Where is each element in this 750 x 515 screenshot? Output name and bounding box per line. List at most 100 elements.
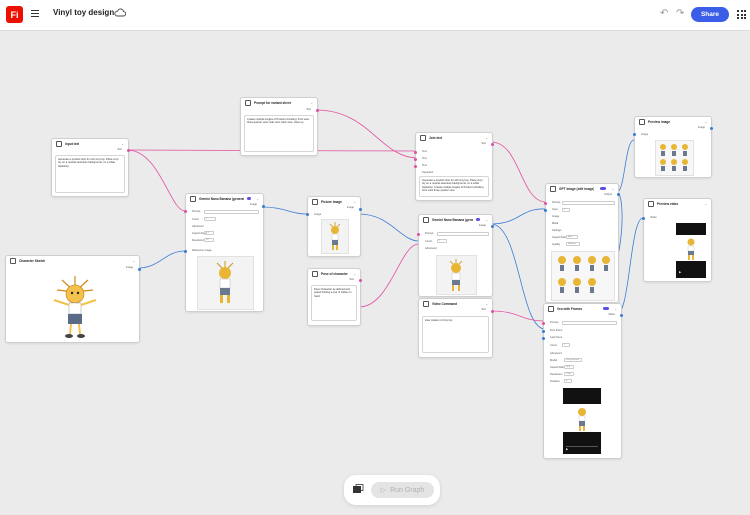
advanced-label[interactable]: Advanced [425, 247, 437, 250]
output-port[interactable] [359, 208, 362, 211]
node-input-text[interactable]: Input text ⌄ Text Generate a product shot… [51, 138, 130, 197]
output-port[interactable] [620, 314, 623, 317]
count-field[interactable]: 1 [562, 343, 570, 347]
node-title: Preview video [657, 201, 679, 206]
output-port[interactable] [316, 109, 319, 112]
output-label: Image [478, 224, 486, 227]
run-graph-button[interactable]: ▷ Run Graph [371, 482, 434, 498]
output-label: Video [608, 313, 615, 316]
aspect-select[interactable]: 16:9 [564, 365, 574, 369]
input-port[interactable] [642, 217, 645, 220]
image-preview [655, 140, 694, 176]
input-port[interactable] [414, 151, 417, 154]
batch-icon[interactable] [352, 484, 364, 494]
param-label: Model [550, 359, 558, 362]
input-port[interactable] [184, 250, 187, 253]
input-port[interactable] [542, 330, 545, 333]
output-port[interactable] [491, 225, 494, 228]
enable-toggle[interactable] [600, 187, 607, 190]
input-label: Text [422, 150, 427, 153]
input-port[interactable] [417, 233, 420, 236]
settings-label[interactable]: Settings [552, 229, 561, 232]
output-port[interactable] [127, 149, 130, 152]
param-label: Count [192, 218, 199, 221]
input-port[interactable] [542, 337, 545, 340]
resolution-select[interactable]: 720p [564, 372, 574, 376]
node-video-command[interactable]: Video Command ⌄ Text slow rotation of vin… [418, 298, 494, 358]
input-port[interactable] [544, 209, 547, 212]
chevron-down-icon[interactable]: ⌄ [121, 142, 124, 146]
aspect-select[interactable]: Auto [566, 235, 578, 239]
input-field[interactable]: 1 [562, 208, 570, 212]
video-node-icon [548, 305, 554, 312]
input-port[interactable] [414, 158, 417, 161]
output-port[interactable] [710, 127, 713, 130]
play-icon[interactable]: ▶ [566, 447, 568, 451]
node-preview-video[interactable]: Preview video ⌄ Video ▶ [642, 198, 712, 282]
prompt-field[interactable] [562, 201, 615, 205]
output-port[interactable] [262, 205, 265, 208]
input-port[interactable] [414, 165, 417, 168]
param-label: Resolution [192, 239, 205, 242]
prompt-field[interactable] [562, 321, 617, 325]
input-port[interactable] [544, 202, 547, 205]
prompt-field[interactable] [437, 232, 489, 236]
node-character-sketch[interactable]: Character Sketch ⌄ Image [5, 255, 141, 343]
input-port[interactable] [306, 213, 309, 216]
node-pose-of-character[interactable]: Pose of character ⌄ Text Pose Character a… [307, 268, 362, 326]
text-area[interactable]: Generate a product shot for soft vinyl t… [419, 176, 489, 197]
param-label: Aspect Ratio [552, 236, 567, 239]
advanced-label[interactable]: Advanced [192, 225, 204, 228]
text-area[interactable]: slow rotation of vinyl toy [422, 316, 489, 353]
node-preview-image[interactable]: Preview image ⌄ Image Image [633, 116, 713, 178]
node-gemini-generate-2[interactable]: Gemini Nano Banana (generate image) ⌄ Ima… [417, 214, 494, 297]
text-area[interactable]: Pose Character as defined and posed hold… [311, 285, 357, 321]
node-veo-with-frames[interactable]: Veo with Frames ⌄ Video Prompt First fram… [542, 303, 623, 459]
chevron-down-icon[interactable]: ⌄ [485, 302, 488, 306]
duration-select[interactable]: 8 [564, 379, 572, 383]
output-port[interactable] [617, 193, 620, 196]
node-gemini-generate-1[interactable]: Gemini Nano Banana (generate image) ⌄ Ima… [184, 193, 265, 312]
prompt-field[interactable] [204, 210, 259, 214]
node-title: Gemini Nano Banana (generate image) [199, 196, 244, 201]
play-icon[interactable]: ▶ [679, 270, 681, 274]
chevron-down-icon[interactable]: ⌄ [611, 187, 614, 191]
text-area[interactable]: Create multiple Angles of Product includ… [244, 115, 314, 152]
count-field[interactable]: 1 [204, 217, 216, 221]
input-port[interactable] [184, 210, 187, 213]
output-port[interactable] [138, 268, 141, 271]
chevron-down-icon[interactable]: ⌄ [310, 101, 313, 105]
enable-toggle[interactable] [603, 307, 610, 310]
video-preview[interactable]: ▶ [563, 388, 601, 454]
chevron-down-icon[interactable]: ⌄ [353, 272, 356, 276]
chevron-down-icon[interactable]: ⌄ [353, 200, 356, 204]
node-gpt-image[interactable]: GPT Image (edit image) ⌄ Output Prompt In… [544, 183, 620, 303]
node-picture-image[interactable]: Picture image ⌄ Image Image [306, 196, 362, 257]
chevron-down-icon[interactable]: ⌄ [614, 307, 617, 311]
input-port[interactable] [542, 322, 545, 325]
output-port[interactable] [491, 310, 494, 313]
node-prompt-variant[interactable]: Prompt for variant sheet ⌄ Text Create mu… [240, 97, 319, 156]
model-select[interactable]: Veo generate [564, 358, 582, 362]
chevron-down-icon[interactable]: ⌄ [704, 202, 707, 206]
enable-toggle[interactable] [476, 218, 481, 221]
output-port[interactable] [491, 143, 494, 146]
output-port[interactable] [359, 279, 362, 282]
node-join-text[interactable]: Join text ⌄ Text Text Text Text Separator… [414, 132, 494, 201]
chevron-down-icon[interactable]: ⌄ [256, 197, 259, 201]
input-label: Mask [552, 222, 559, 225]
enable-toggle[interactable] [246, 197, 252, 200]
chevron-down-icon[interactable]: ⌄ [132, 259, 135, 263]
quality-select[interactable]: Medium [566, 242, 580, 246]
input-port[interactable] [633, 133, 636, 136]
text-node-icon [312, 270, 318, 277]
text-area[interactable]: Generate a product shot for soft vinyl t… [55, 155, 125, 193]
chevron-down-icon[interactable]: ⌄ [485, 136, 488, 140]
advanced-label[interactable]: Advanced [550, 352, 562, 355]
aspect-select[interactable]: 1:1 [204, 231, 214, 235]
chevron-down-icon[interactable]: ⌄ [485, 218, 488, 222]
video-preview[interactable]: ▶ [676, 223, 706, 278]
chevron-down-icon[interactable]: ⌄ [704, 120, 707, 124]
resolution-select[interactable]: 1K [204, 238, 214, 242]
count-field[interactable]: 1 [437, 239, 447, 243]
